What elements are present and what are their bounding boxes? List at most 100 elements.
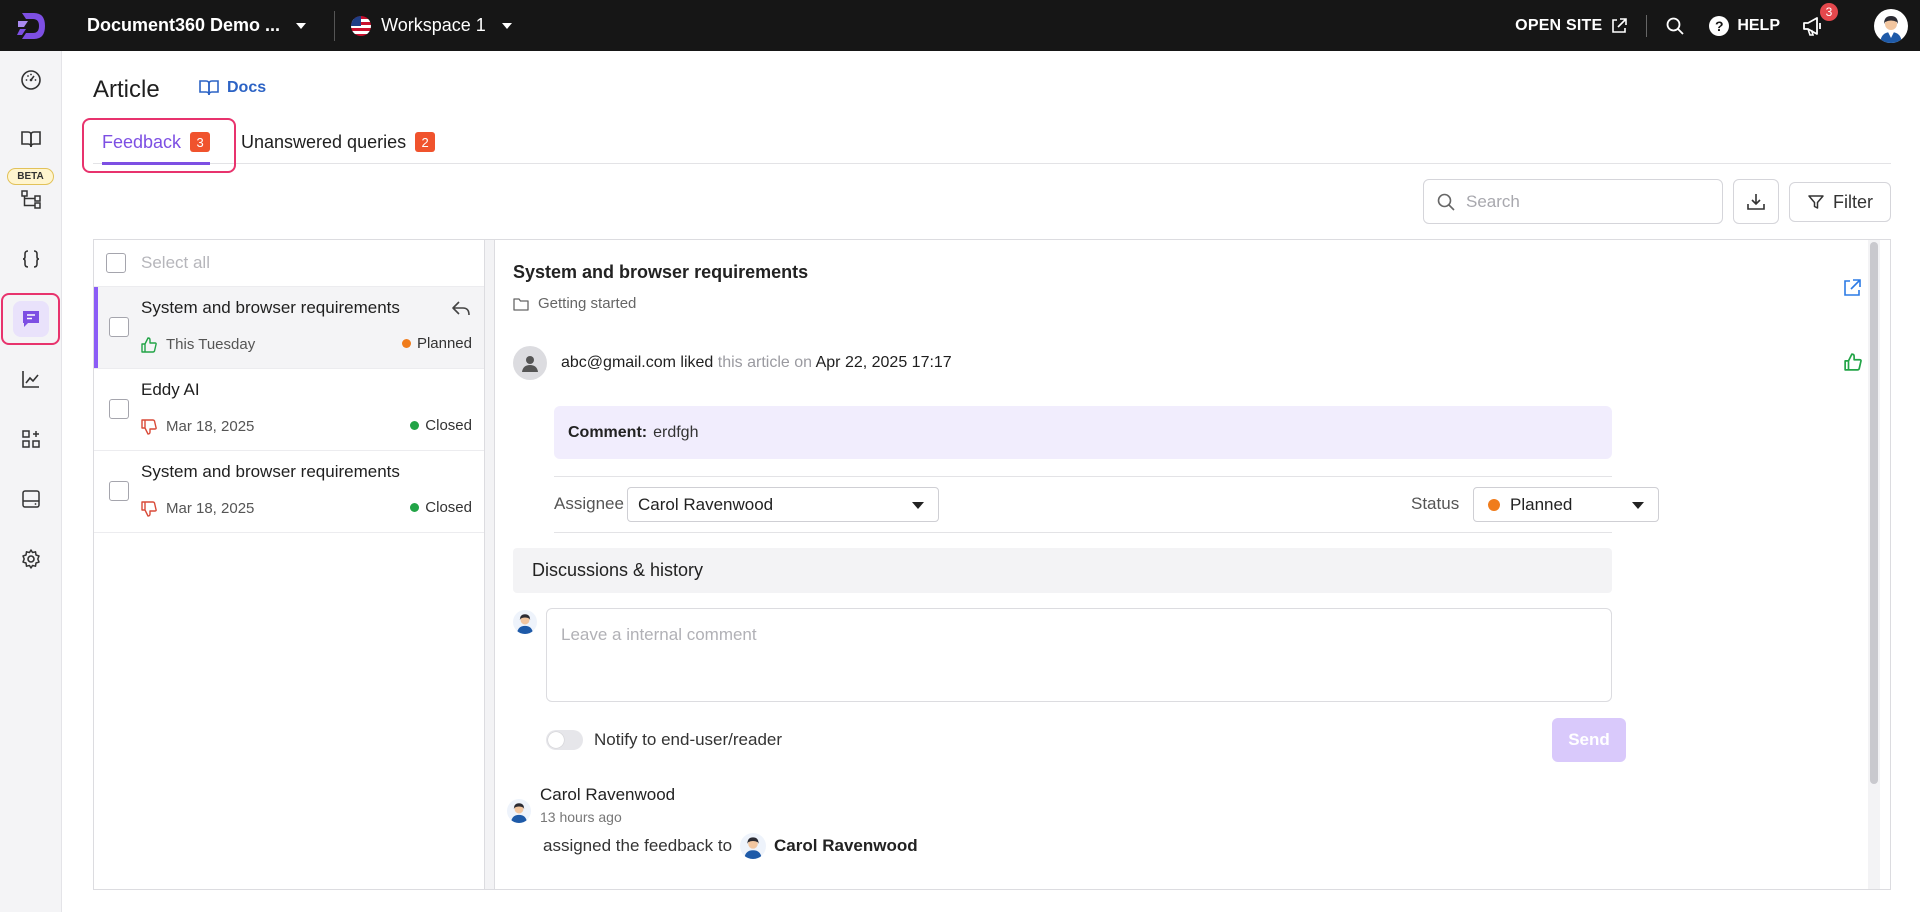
history-text: assigned the feedback to (543, 836, 733, 855)
detail-category: Getting started (513, 295, 636, 312)
list-item[interactable]: System and browser requirements Mar 18, … (94, 451, 484, 533)
thumbs-down-icon (141, 500, 157, 517)
external-link-icon[interactable] (1842, 278, 1862, 298)
page-title: Article (93, 76, 160, 103)
comment-text: erdfgh (653, 423, 699, 441)
apps-icon (22, 430, 40, 448)
chevron-down-icon (1632, 502, 1644, 509)
top-bar: Document360 Demo ... Workspace 1 OPEN SI… (0, 0, 1920, 51)
item-checkbox[interactable] (109, 481, 129, 501)
help-button[interactable]: ? HELP (1709, 15, 1780, 36)
search-icon (1437, 193, 1455, 211)
tab-bar: Feedback 3 Unanswered queries 2 (93, 120, 1891, 165)
avatar-icon (516, 614, 534, 634)
divider (554, 532, 1612, 533)
search-input[interactable] (1466, 191, 1706, 212)
history-user-avatar (507, 799, 531, 823)
avatar-icon (744, 837, 762, 859)
user-icon (522, 356, 538, 372)
user-avatar (513, 346, 547, 380)
list-item[interactable]: System and browser requirements This Tue… (94, 287, 484, 369)
filter-button[interactable]: Filter (1789, 182, 1891, 222)
thumbs-down-icon (141, 418, 157, 435)
scrollbar-thumb[interactable] (1870, 242, 1878, 784)
item-date: Mar 18, 2025 (166, 500, 255, 517)
sidebar-item-apps[interactable] (0, 417, 62, 461)
item-title: System and browser requirements (141, 298, 400, 317)
document360-logo[interactable] (0, 0, 62, 51)
status-badge: Closed (410, 499, 472, 516)
user-avatar[interactable] (1874, 8, 1908, 43)
list-scrollbar[interactable] (485, 240, 495, 889)
docs-link[interactable]: Docs (199, 79, 266, 97)
divider (1646, 14, 1648, 37)
list-item[interactable]: Eddy AI Mar 18, 2025 Closed (94, 369, 484, 451)
feedback-list: Select all System and browser requiremen… (94, 240, 485, 889)
item-date: Mar 18, 2025 (166, 418, 255, 435)
chevron-down-icon (912, 502, 924, 509)
history-entry: assigned the feedback to Carol Ravenwood (543, 833, 918, 859)
workspace-name: Workspace 1 (381, 15, 486, 35)
external-link-icon (1612, 17, 1628, 33)
select-all-label: Select all (141, 253, 210, 272)
feedback-author-row: abc@gmail.com liked this article on Apr … (513, 346, 952, 380)
status-select[interactable]: Planned (1473, 487, 1659, 522)
sidebar-item-documentation[interactable] (0, 117, 62, 161)
open-site-link[interactable]: OPEN SITE (1515, 17, 1628, 35)
left-sidebar: BETA (0, 51, 62, 912)
dashboard-icon (21, 70, 41, 90)
project-switcher[interactable]: Document360 Demo ... (87, 15, 307, 36)
status-badge: Closed (410, 417, 472, 434)
workspace-switcher[interactable]: Workspace 1 (351, 15, 512, 36)
item-meta: Mar 18, 2025 (141, 418, 254, 435)
open-site-label: OPEN SITE (1515, 16, 1603, 34)
status-value: Planned (1510, 494, 1573, 514)
item-date: This Tuesday (166, 336, 256, 353)
assignee-select[interactable]: Carol Ravenwood (627, 487, 939, 522)
folder-icon (513, 297, 529, 311)
feedback-detail: System and browser requirements Getting … (496, 240, 1880, 889)
notify-toggle[interactable] (546, 730, 583, 750)
chevron-down-icon (501, 22, 512, 29)
detail-title: System and browser requirements (513, 262, 809, 282)
internal-comment-input[interactable] (546, 608, 1612, 702)
sidebar-item-api[interactable] (0, 237, 62, 281)
status-dot (410, 421, 420, 430)
select-all-checkbox[interactable] (106, 253, 126, 273)
braces-icon (22, 250, 40, 268)
megaphone-icon (1803, 16, 1821, 36)
divider (334, 10, 336, 41)
current-user-avatar (513, 610, 537, 634)
logo-icon (17, 12, 45, 39)
download-button[interactable] (1733, 179, 1779, 224)
sidebar-item-analytics[interactable] (0, 357, 62, 401)
announcements-button[interactable]: 3 (1800, 2, 1838, 39)
assignee-avatar (740, 833, 767, 859)
status-dot (401, 339, 411, 348)
sidebar-item-hierarchy[interactable] (0, 177, 62, 221)
feedback-action: liked (680, 354, 714, 371)
status-field-label: Status (1411, 494, 1460, 513)
detail-scrollbar[interactable] (1868, 240, 1880, 889)
search-icon (1666, 17, 1684, 35)
sidebar-item-drive[interactable] (0, 477, 62, 521)
status-badge: Planned (401, 335, 472, 352)
send-button[interactable]: Send (1552, 718, 1626, 762)
chevron-down-icon (296, 22, 307, 29)
notify-label: Notify to end-user/reader (594, 730, 783, 749)
status-label: Planned (416, 335, 472, 352)
sidebar-item-settings[interactable] (0, 537, 62, 581)
item-checkbox[interactable] (109, 399, 129, 419)
divider (554, 476, 1612, 477)
help-label: HELP (1737, 16, 1780, 34)
filter-label: Filter (1833, 191, 1873, 212)
comment-label: Comment: (568, 423, 648, 441)
sidebar-item-dashboard[interactable] (0, 58, 62, 102)
search-button[interactable] (1665, 16, 1685, 36)
select-all-row[interactable]: Select all (94, 240, 484, 287)
item-checkbox[interactable] (109, 317, 129, 337)
action-connector: this article on (717, 354, 813, 371)
status-label: Closed (425, 499, 472, 516)
tab-unanswered-queries[interactable]: Unanswered queries 2 (241, 120, 436, 164)
reply-icon[interactable] (450, 299, 472, 319)
